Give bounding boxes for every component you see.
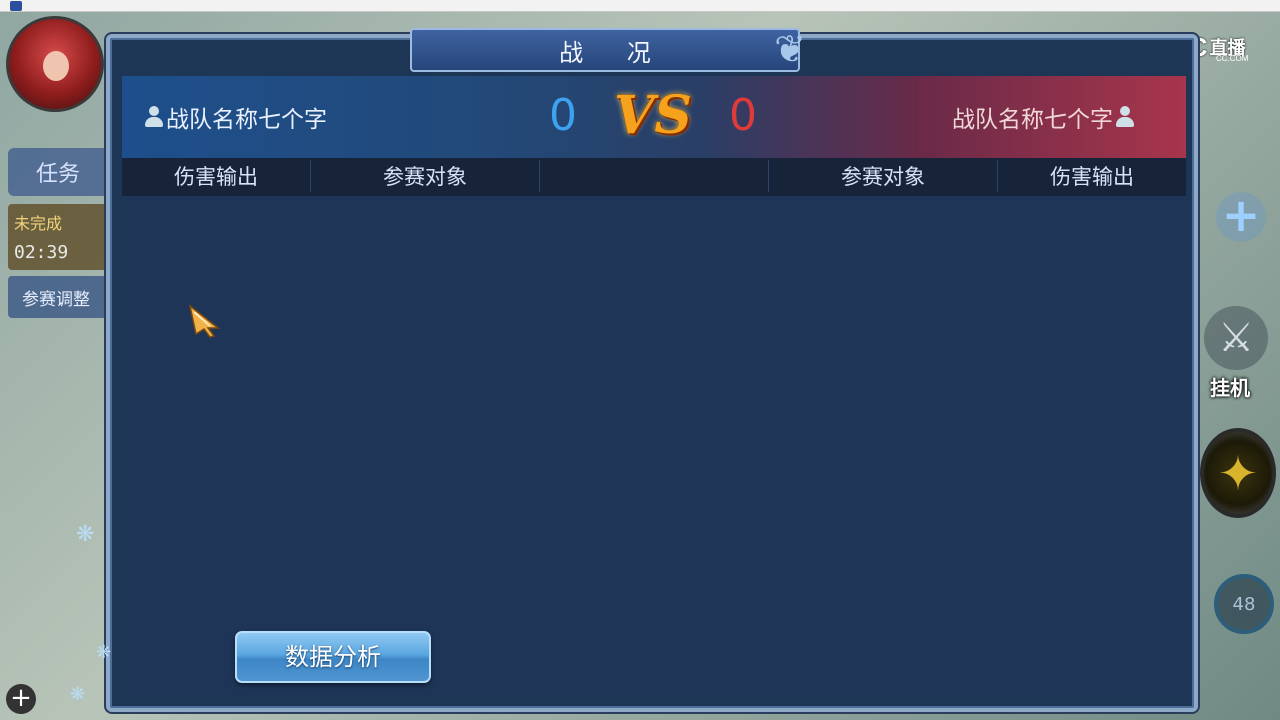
avatar-face xyxy=(43,51,69,81)
player-icon xyxy=(1116,106,1134,128)
team-left-name: 战队名称七个字 xyxy=(166,107,327,133)
cooldown-counter[interactable]: 48 xyxy=(1214,574,1274,634)
skill-button-icon[interactable]: ✦ xyxy=(1200,428,1276,518)
adjust-label: 参赛调整 xyxy=(22,289,90,310)
player-avatar[interactable] xyxy=(6,16,104,112)
task-timer-panel: 未完成 02:39 xyxy=(8,204,108,270)
task-timer: 02:39 xyxy=(14,242,69,263)
col-participant-right: 参赛对象 xyxy=(841,165,925,189)
score-right: 0 xyxy=(729,90,757,141)
crossed-swords-icon[interactable]: ⚔ xyxy=(1204,306,1268,370)
window-title-bar xyxy=(0,0,1280,12)
col-damage-right: 伤害输出 xyxy=(1050,165,1134,189)
vs-emblem: VS xyxy=(614,85,692,146)
data-analysis-button[interactable]: 数据分析 xyxy=(235,631,431,683)
ornament-right-icon: ❦ xyxy=(774,27,806,71)
score-left: 0 xyxy=(549,90,577,141)
dialog-header: 战 况 xyxy=(410,28,800,72)
adjust-button[interactable]: 参赛调整 xyxy=(8,276,108,318)
col-participant-left: 参赛对象 xyxy=(383,165,467,189)
hangup-label[interactable]: 挂机 xyxy=(1210,372,1250,401)
stream-domain: CC.COM xyxy=(1216,54,1249,63)
task-tab-label: 任务 xyxy=(35,162,80,187)
dialog-title: 战 况 xyxy=(559,38,669,67)
team-right-name: 战队名称七个字 xyxy=(952,107,1113,133)
plus-icon[interactable]: + xyxy=(1216,192,1266,242)
task-tab[interactable]: 任务 xyxy=(8,148,108,196)
team-left: 战队名称七个字 xyxy=(142,100,327,134)
cursor-icon xyxy=(188,304,221,338)
butterfly-icon: ❋ xyxy=(96,642,112,663)
add-icon[interactable]: + xyxy=(6,684,36,714)
butterfly-icon: ❋ xyxy=(70,684,86,705)
app-icon xyxy=(10,1,22,11)
col-middle xyxy=(540,158,768,196)
player-icon xyxy=(145,106,163,128)
col-damage-left: 伤害输出 xyxy=(174,165,258,189)
team-right: 战队名称七个字 xyxy=(952,100,1137,134)
task-tag: 未完成 xyxy=(14,214,63,233)
butterfly-icon: ❋ xyxy=(76,522,95,547)
